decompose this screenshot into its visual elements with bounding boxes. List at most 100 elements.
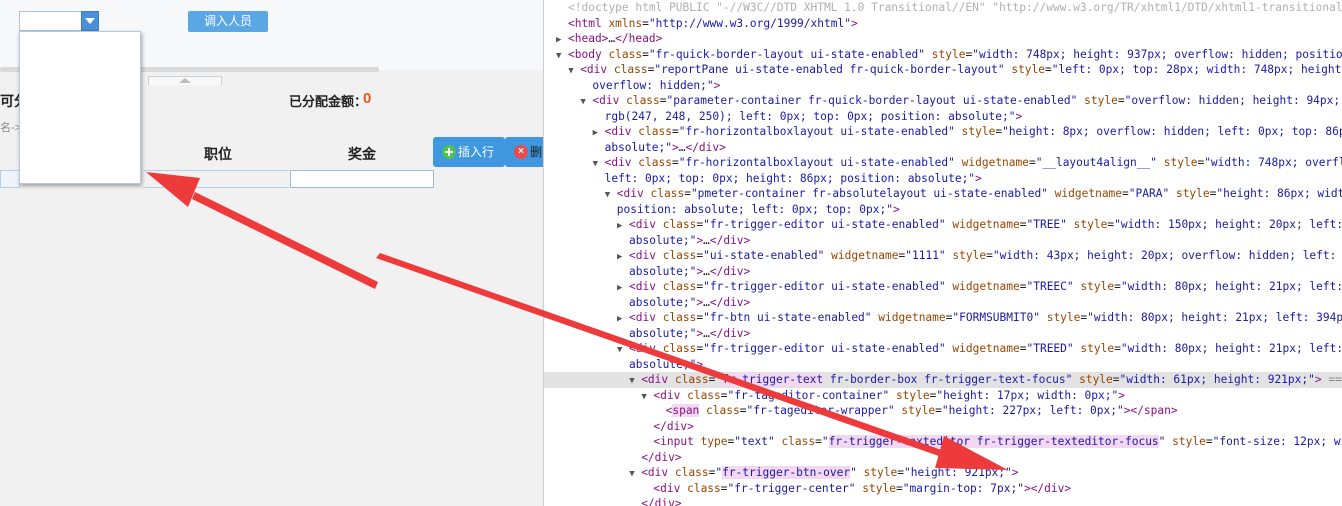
expand-triangle-icon[interactable]: ▶: [593, 126, 605, 140]
collapse-triangle-icon[interactable]: ▼: [641, 390, 653, 404]
dom-tree-line[interactable]: ▼ <div class="reportPane ui-state-enabled…: [544, 62, 1342, 78]
dom-tree-line[interactable]: ▶ <head>…</head>: [544, 31, 1342, 47]
collapse-triangle-icon[interactable]: ▼: [568, 64, 580, 78]
dom-tree-line-text: <head>…</head>: [568, 32, 663, 45]
dom-tree-line[interactable]: ▼ <div class="fr-tageditor-container" sty…: [544, 388, 1342, 404]
import-staff-button[interactable]: 调入人员: [188, 11, 268, 32]
dom-tree-line-text: <div class="fr-trigger-editor ui-state-e…: [629, 280, 1342, 293]
column-header-bonus: 奖金: [348, 146, 376, 162]
dom-tree-line-text: <input type="text" class="fr-trigger-tex…: [653, 435, 1342, 448]
dom-tree-line-text: </div>: [653, 419, 694, 433]
dom-tree-line-text: <div class="fr-trigger-editor ui-state-e…: [629, 342, 1342, 355]
table-cell[interactable]: [143, 170, 289, 188]
dom-tree-line-text: <div class="parameter-container fr-quick…: [592, 94, 1342, 107]
dom-tree-line[interactable]: absolute;">…</div>: [544, 326, 1342, 342]
parameter-collapse-handle[interactable]: [148, 76, 222, 85]
dom-tree-line[interactable]: <!doctype html PUBLIC "-//W3C//DTD XHTML…: [544, 0, 1342, 16]
expand-triangle-icon[interactable]: ▶: [617, 281, 629, 295]
column-header-position: 职位: [204, 146, 232, 162]
expand-triangle-icon[interactable]: ▶: [617, 312, 629, 326]
collapse-triangle-icon[interactable]: ▼: [580, 95, 592, 109]
dom-tree-line[interactable]: rgb(247, 248, 250); left: 0px; top: 0px;…: [544, 109, 1342, 125]
dom-tree-line[interactable]: left: 0px; top: 0px; height: 86px; posit…: [544, 171, 1342, 187]
dom-tree-line[interactable]: </div>: [544, 496, 1342, 506]
plus-icon: [442, 145, 456, 159]
collapse-triangle-icon[interactable]: ▼: [556, 49, 568, 63]
dom-tree-line-text: <div class="pmeter-container fr-absolute…: [616, 187, 1342, 200]
dom-tree-line-text: absolute;">: [629, 357, 704, 371]
tree-dropdown-button[interactable]: [81, 11, 99, 31]
dom-tree-line-text: absolute;">…</div>: [629, 326, 751, 340]
dom-tree-line-text: <div class="fr-trigger-text fr-border-bo…: [641, 373, 1342, 386]
dom-tree-line[interactable]: <html xmlns="http://www.w3.org/1999/xhtm…: [544, 16, 1342, 32]
expand-triangle-icon[interactable]: ▶: [556, 33, 568, 47]
dom-tree-line-text: left: 0px; top: 0px; height: 86px; posit…: [604, 171, 982, 185]
dom-tree-line[interactable]: ▼ <div class="fr-trigger-btn-over" style=…: [544, 465, 1342, 481]
dom-tree-line[interactable]: ▶ <div class="ui-state-enabled" widgetnam…: [544, 248, 1342, 264]
assigned-amount-value: 0: [363, 90, 372, 107]
close-icon: ×: [514, 145, 528, 159]
dom-tree-line[interactable]: ▼ <div class="pmeter-container fr-absolut…: [544, 186, 1342, 202]
dom-tree-line[interactable]: ▶ <div class="fr-horizontalboxlayout ui-s…: [544, 124, 1342, 140]
dom-tree-line[interactable]: </div>: [544, 450, 1342, 466]
dom-tree-line[interactable]: absolute;">…</div>: [544, 264, 1342, 280]
dom-tree-line-text: position: absolute; left: 0px; top: 0px;…: [616, 202, 900, 216]
dom-tree-line-text: <!doctype html PUBLIC "-//W3C//DTD XHTML…: [568, 1, 1342, 14]
dom-tree-line-text: <div class="fr-horizontalboxlayout ui-st…: [604, 156, 1342, 169]
dom-tree-line[interactable]: absolute;">…</div>: [544, 140, 1342, 156]
bonus-input[interactable]: [290, 170, 434, 188]
dom-tree-line-text: <span class="fr-tageditor-wrapper" style…: [665, 404, 1178, 417]
dom-tree-line-text: overflow: hidden;">: [592, 78, 721, 92]
dom-tree-line-text: </div>: [641, 450, 682, 464]
dom-tree-line[interactable]: ▶ <div class="fr-trigger-editor ui-state-…: [544, 279, 1342, 295]
dom-tree-line[interactable]: ▼ <div class="fr-trigger-text fr-border-b…: [544, 372, 1342, 388]
collapse-triangle-icon[interactable]: ▼: [605, 188, 617, 202]
dom-tree-line[interactable]: <span class="fr-tageditor-wrapper" style…: [544, 403, 1342, 419]
dom-tree-line-text: <div class="fr-trigger-editor ui-state-e…: [629, 218, 1342, 231]
collapse-triangle-icon[interactable]: ▼: [629, 467, 641, 481]
assigned-amount-label: 已分配金额：: [289, 94, 368, 109]
dom-tree-line[interactable]: <div class="fr-trigger-center" style="ma…: [544, 481, 1342, 497]
table-cell[interactable]: [0, 170, 20, 188]
dom-tree-line-text: absolute;">…</div>: [629, 295, 751, 309]
dom-tree-line-text: </div>: [641, 497, 682, 506]
dom-tree-line[interactable]: ▼ <div class="parameter-container fr-quic…: [544, 93, 1342, 109]
collapse-triangle-icon[interactable]: ▼: [593, 157, 605, 171]
tree-dropdown-input[interactable]: [19, 11, 81, 31]
collapse-triangle-icon[interactable]: ▼: [617, 343, 629, 357]
devtools-elements-panel: ••• <!doctype html PUBLIC "-//W3C//DTD X…: [544, 0, 1342, 506]
insert-row-label: 插入行: [458, 145, 495, 159]
insert-row-button[interactable]: 插入行: [433, 137, 505, 167]
dom-tree-line[interactable]: ▶ <div class="fr-btn ui-state-enabled" wi…: [544, 310, 1342, 326]
dom-tree-line-text: absolute;">…</div>: [629, 233, 751, 247]
dom-tree-line[interactable]: <input type="text" class="fr-trigger-tex…: [544, 434, 1342, 450]
dom-tree-line[interactable]: overflow: hidden;">: [544, 78, 1342, 94]
dom-tree-line[interactable]: ▼ <div class="fr-trigger-editor ui-state-…: [544, 341, 1342, 357]
dom-tree-line-text: <div class="ui-state-enabled" widgetname…: [629, 249, 1342, 262]
dom-tree-line-text: <div class="reportPane ui-state-enabled …: [580, 63, 1342, 76]
dom-tree-line-text: <div class="fr-trigger-btn-over" style="…: [641, 466, 1019, 479]
dom-tree-line-text: absolute;">…</div>: [604, 140, 726, 154]
dom-tree-line[interactable]: </div>: [544, 419, 1342, 435]
delete-row-label: 删: [530, 145, 543, 159]
dom-tree-line[interactable]: ▶ <div class="fr-trigger-editor ui-state-…: [544, 217, 1342, 233]
tree-dropdown-popup[interactable]: [19, 31, 141, 184]
report-pane: 调入人员 可分 已分配金额： 0 名-> 职位 奖金 插入行 × 删: [0, 0, 543, 506]
dom-tree-line[interactable]: absolute;">…</div>: [544, 233, 1342, 249]
dom-tree-line-text: rgb(247, 248, 250); left: 0px; top: 0px;…: [604, 109, 1023, 123]
dom-tree-line-text: <html xmlns="http://www.w3.org/1999/xhtm…: [568, 16, 858, 30]
dom-tree-line[interactable]: absolute;">…</div>: [544, 295, 1342, 311]
collapse-triangle-icon[interactable]: ▼: [629, 374, 641, 388]
expand-triangle-icon[interactable]: ▶: [617, 250, 629, 264]
delete-row-button[interactable]: × 删: [505, 137, 543, 167]
dom-tree-line[interactable]: ▼ <body class="fr-quick-border-layout ui-…: [544, 47, 1342, 63]
expand-triangle-icon[interactable]: ▶: [617, 219, 629, 233]
dom-tree-line-text: <div class="fr-btn ui-state-enabled" wid…: [629, 311, 1342, 324]
dom-tree-line[interactable]: position: absolute; left: 0px; top: 0px;…: [544, 202, 1342, 218]
dom-tree-line-text: <div class="fr-horizontalboxlayout ui-st…: [604, 125, 1342, 138]
dom-tree-line-text: <div class="fr-trigger-center" style="ma…: [653, 481, 1072, 495]
dom-tree-line[interactable]: ▼ <div class="fr-horizontalboxlayout ui-s…: [544, 155, 1342, 171]
breadcrumb: 名->: [0, 122, 22, 134]
dom-tree-line-text: absolute;">…</div>: [629, 264, 751, 278]
dom-tree-line[interactable]: absolute;">: [544, 357, 1342, 373]
